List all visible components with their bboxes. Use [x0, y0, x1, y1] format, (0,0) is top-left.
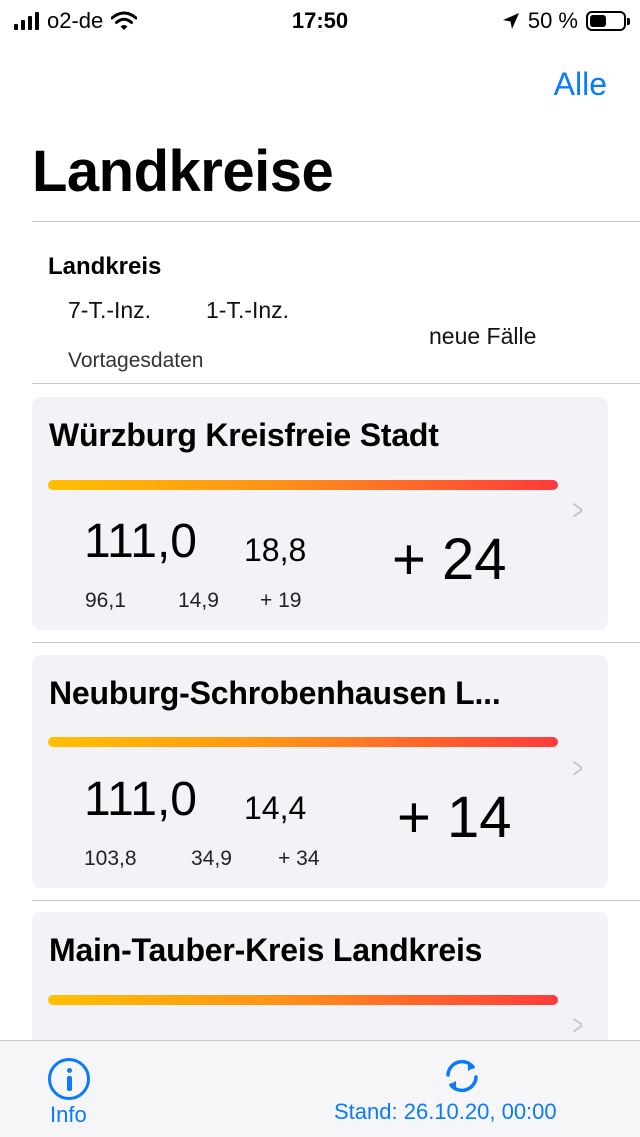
- district-name: Würzburg Kreisfreie Stadt: [49, 417, 439, 453]
- incidence-1-day: 14,4: [244, 790, 307, 826]
- prev-incidence-1-day: 34,9: [191, 847, 232, 870]
- chevron-right-icon: >: [572, 752, 584, 785]
- divider: [32, 900, 640, 901]
- prev-new-cases: + 19: [260, 589, 302, 612]
- info-button-label[interactable]: Info: [50, 1102, 87, 1128]
- divider: [32, 221, 640, 222]
- battery-fill: [590, 15, 606, 27]
- battery-percent: 50 %: [527, 8, 578, 33]
- legend-new-cases: neue Fälle: [429, 323, 537, 349]
- new-cases: + 24: [392, 527, 507, 592]
- battery-icon: [586, 11, 630, 31]
- divider: [32, 383, 640, 384]
- chevron-right-icon: >: [572, 1009, 584, 1042]
- status-right: 50 %: [502, 8, 630, 34]
- page-title: Landkreise: [32, 139, 334, 204]
- incidence-gradient-bar: [48, 737, 558, 747]
- alle-button[interactable]: Alle: [554, 66, 607, 103]
- legend-one-day: 1-T.-Inz.: [206, 297, 290, 323]
- district-card[interactable]: Neuburg-Schrobenhausen L... > 111,0 14,4…: [32, 655, 608, 888]
- incidence-gradient-bar: [48, 480, 558, 490]
- new-cases: + 14: [397, 785, 512, 850]
- district-name: Main-Tauber-Kreis Landkreis: [49, 932, 483, 968]
- incidence-7-day: 111,0: [84, 773, 197, 826]
- legend-title: Landkreis: [48, 253, 162, 280]
- incidence-1-day: 18,8: [244, 532, 307, 568]
- district-card[interactable]: Main-Tauber-Kreis Landkreis >: [32, 912, 608, 1052]
- incidence-gradient-bar: [48, 995, 558, 1005]
- stand-timestamp[interactable]: Stand: 26.10.20, 00:00: [334, 1099, 557, 1125]
- legend-seven-day: 7-T.-Inz.: [68, 297, 152, 323]
- prev-incidence-7-day: 96,1: [85, 589, 126, 612]
- prev-incidence-1-day: 14,9: [178, 589, 219, 612]
- district-name: Neuburg-Schrobenhausen L...: [49, 675, 501, 711]
- divider: [32, 642, 640, 643]
- location-arrow-icon: [502, 13, 519, 29]
- chevron-right-icon: >: [572, 494, 584, 527]
- refresh-icon[interactable]: [442, 1058, 482, 1094]
- status-bar: o2-de 17:50 50 %: [0, 0, 640, 42]
- info-icon[interactable]: [48, 1058, 90, 1100]
- district-card[interactable]: Würzburg Kreisfreie Stadt > 111,0 18,8 +…: [32, 397, 608, 630]
- legend-previous-day: Vortagesdaten: [68, 349, 204, 372]
- incidence-7-day: 111,0: [84, 515, 197, 568]
- prev-new-cases: + 34: [278, 847, 320, 870]
- prev-incidence-7-day: 103,8: [84, 847, 137, 870]
